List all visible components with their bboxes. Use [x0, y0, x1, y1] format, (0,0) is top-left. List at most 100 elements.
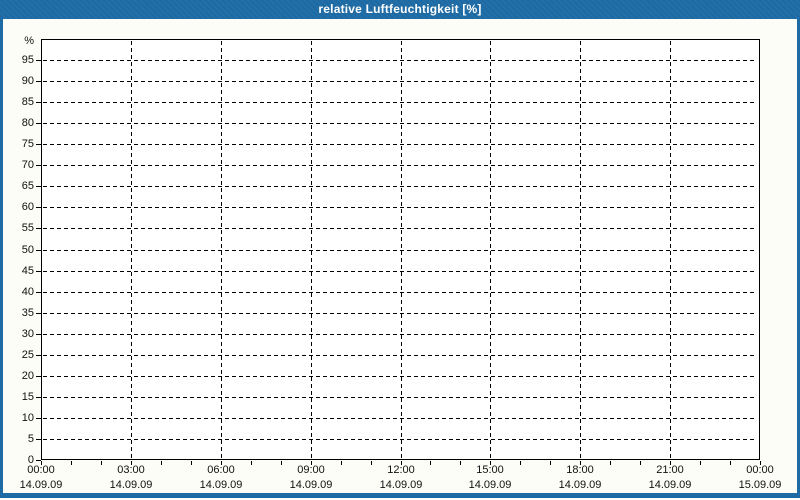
y-tick — [36, 334, 41, 335]
y-grid-line — [43, 250, 757, 251]
y-tick — [36, 376, 41, 377]
y-tick — [36, 123, 41, 124]
y-grid-line — [43, 439, 757, 440]
y-grid-line — [43, 144, 757, 145]
x-tick — [550, 461, 551, 465]
y-tick — [36, 144, 41, 145]
y-grid-line — [43, 186, 757, 187]
x-grid-line — [401, 41, 402, 458]
x-time-label: 15:00 — [465, 464, 515, 476]
y-grid-line — [43, 355, 757, 356]
x-time-label: 18:00 — [555, 464, 605, 476]
y-tick — [36, 313, 41, 314]
x-date-label: 14.09.09 — [279, 479, 343, 491]
y-tick — [36, 418, 41, 419]
y-tick-label: 45 — [6, 266, 34, 277]
y-tick-label: 25 — [6, 350, 34, 361]
x-tick — [610, 461, 611, 465]
y-tick-label: 85 — [6, 97, 34, 108]
y-tick-label: 5 — [6, 434, 34, 445]
x-date-label: 14.09.09 — [99, 479, 163, 491]
y-tick — [36, 250, 41, 251]
y-grid-line — [43, 271, 757, 272]
x-grid-line — [670, 41, 671, 458]
x-tick — [730, 461, 731, 465]
x-date-label: 14.09.09 — [638, 479, 702, 491]
x-grid-line — [221, 41, 222, 458]
x-tick — [191, 461, 192, 465]
y-tick — [36, 397, 41, 398]
x-time-label: 21:00 — [645, 464, 695, 476]
y-tick-label: 10 — [6, 413, 34, 424]
y-grid-line — [43, 81, 757, 82]
y-tick-label: 60 — [6, 202, 34, 213]
y-grid-line — [43, 123, 757, 124]
y-grid-line — [43, 165, 757, 166]
x-time-label: 06:00 — [196, 464, 246, 476]
y-tick-label: 40 — [6, 287, 34, 298]
x-date-label: 14.09.09 — [548, 479, 612, 491]
y-grid-line — [43, 207, 757, 208]
y-tick-label: 30 — [6, 329, 34, 340]
y-tick — [36, 207, 41, 208]
y-tick-label: 95 — [6, 55, 34, 66]
y-axis-unit-label: % — [6, 36, 34, 47]
x-grid-line — [580, 41, 581, 458]
x-tick — [371, 461, 372, 465]
y-tick-label: 75 — [6, 139, 34, 150]
x-tick — [161, 461, 162, 465]
y-grid-line — [43, 228, 757, 229]
y-tick — [36, 355, 41, 356]
y-tick-label: 55 — [6, 223, 34, 234]
x-tick — [460, 461, 461, 465]
y-tick — [36, 292, 41, 293]
y-tick-label: 20 — [6, 371, 34, 382]
x-time-label: 03:00 — [106, 464, 156, 476]
y-tick — [36, 102, 41, 103]
y-tick — [36, 439, 41, 440]
y-grid-line — [43, 102, 757, 103]
y-grid-line — [43, 397, 757, 398]
y-grid-line — [43, 334, 757, 335]
x-grid-line — [131, 41, 132, 458]
window-titlebar: relative Luftfeuchtigkeit [%] — [0, 0, 800, 19]
x-tick — [71, 461, 72, 465]
x-grid-line — [311, 41, 312, 458]
y-tick — [36, 228, 41, 229]
y-grid-line — [43, 292, 757, 293]
y-grid-line — [43, 313, 757, 314]
x-tick — [101, 461, 102, 465]
y-tick-label: 35 — [6, 308, 34, 319]
x-tick — [341, 461, 342, 465]
y-tick — [36, 186, 41, 187]
x-tick — [430, 461, 431, 465]
y-tick — [36, 271, 41, 272]
y-tick-label: 50 — [6, 245, 34, 256]
x-tick — [251, 461, 252, 465]
y-tick-label: 15 — [6, 392, 34, 403]
x-tick — [640, 461, 641, 465]
y-tick — [36, 60, 41, 61]
window-title: relative Luftfeuchtigkeit [%] — [318, 2, 481, 16]
y-tick-label: 65 — [6, 181, 34, 192]
x-tick — [281, 461, 282, 465]
x-time-label: 00:00 — [735, 464, 785, 476]
frame-border-bottom — [0, 493, 800, 498]
y-tick — [36, 81, 41, 82]
y-tick-label: 80 — [6, 118, 34, 129]
x-date-label: 14.09.09 — [189, 479, 253, 491]
x-grid-line — [490, 41, 491, 458]
x-date-label: 15.09.09 — [728, 479, 792, 491]
y-grid-line — [43, 60, 757, 61]
frame-border-left — [0, 19, 3, 498]
y-grid-line — [43, 376, 757, 377]
x-tick — [520, 461, 521, 465]
x-date-label: 14.09.09 — [458, 479, 522, 491]
x-date-label: 14.09.09 — [9, 479, 73, 491]
x-time-label: 12:00 — [376, 464, 426, 476]
x-tick — [700, 461, 701, 465]
y-tick-label: 70 — [6, 160, 34, 171]
x-date-label: 14.09.09 — [369, 479, 433, 491]
y-tick-label: 90 — [6, 76, 34, 87]
y-grid-line — [43, 418, 757, 419]
